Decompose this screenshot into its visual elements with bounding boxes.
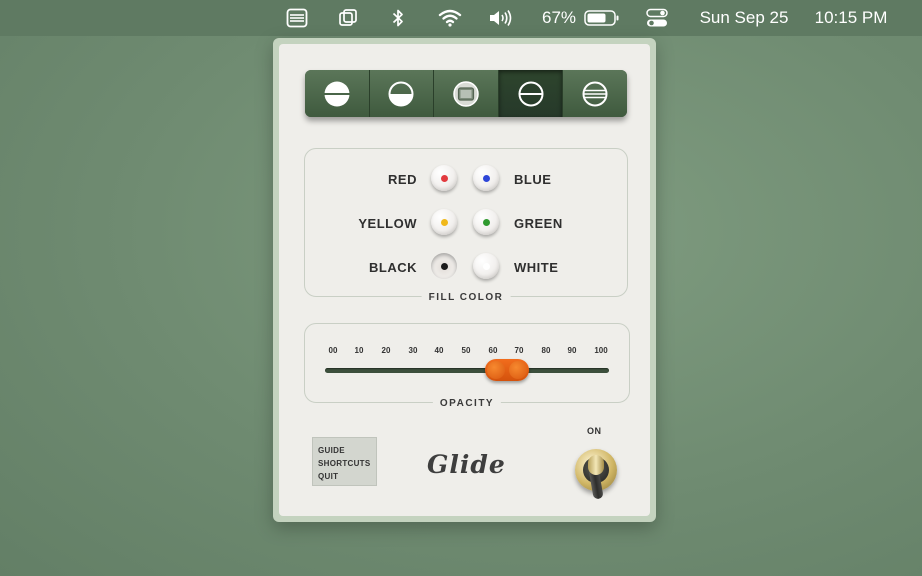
circle-with-rectangle-icon	[453, 80, 479, 107]
color-label-blue: BLUE	[514, 172, 552, 187]
guide-menu-item[interactable]: GUIDE	[318, 444, 376, 457]
battery-icon[interactable]	[583, 0, 621, 36]
app-logo: Glide	[427, 450, 506, 479]
color-label-red: RED	[388, 172, 417, 187]
stack-icon[interactable]	[336, 0, 360, 36]
circle-with-line-icon	[518, 81, 544, 106]
opacity-slider-thumb[interactable]	[485, 359, 530, 381]
opacity-slider-track[interactable]	[325, 368, 609, 373]
color-row-3: BLACK WHITE	[305, 253, 627, 281]
color-row-2: YELLOW GREEN	[305, 209, 627, 237]
opacity-tick: 20	[381, 346, 391, 355]
white-color-button[interactable]	[473, 253, 499, 279]
circle-horizontal-split-icon	[323, 81, 350, 106]
menubar-time[interactable]: 10:15 PM	[804, 0, 898, 36]
battery-percent: 67%	[541, 8, 577, 27]
color-label-yellow: YELLOW	[358, 216, 417, 231]
opacity-tick: 90	[567, 346, 577, 355]
switch-label: ON	[587, 426, 602, 436]
shape-selector	[305, 70, 627, 117]
shape-button-5[interactable]	[563, 70, 627, 117]
glide-panel: RED BLUE YELLOW GREEN BLACK WHITE FILL C…	[273, 38, 656, 522]
menu-bar: 67% Sun Sep 25 10:15 PM	[0, 0, 922, 36]
opacity-ticks: 00 10 20 30 40 50 60 70 80 90 100	[305, 346, 629, 358]
circle-striped-icon	[582, 81, 608, 106]
opacity-tick: 80	[541, 346, 551, 355]
opacity-tick: 70	[514, 346, 524, 355]
blue-color-button[interactable]	[473, 165, 499, 191]
red-color-button[interactable]	[431, 165, 457, 191]
opacity-tick: 30	[408, 346, 418, 355]
bluetooth-icon[interactable]	[388, 0, 408, 36]
opacity-tick: 40	[434, 346, 444, 355]
app-menu: GUIDE SHORTCUTS QUIT	[312, 437, 377, 486]
circle-lower-half-icon	[388, 81, 414, 106]
shape-button-4[interactable]	[498, 70, 564, 117]
yellow-color-button[interactable]	[431, 209, 457, 235]
quit-menu-item[interactable]: QUIT	[318, 470, 376, 483]
color-row-1: RED BLUE	[305, 165, 627, 193]
black-color-button[interactable]	[431, 253, 457, 279]
wifi-icon[interactable]	[436, 0, 464, 36]
panel-body: RED BLUE YELLOW GREEN BLACK WHITE FILL C…	[279, 44, 650, 516]
fill-color-group: RED BLUE YELLOW GREEN BLACK WHITE FILL C…	[304, 148, 628, 303]
opacity-tick: 100	[594, 346, 608, 355]
opacity-tick: 50	[461, 346, 471, 355]
shape-button-2[interactable]	[369, 70, 435, 117]
opacity-label: OPACITY	[432, 398, 502, 409]
shape-button-1[interactable]	[305, 70, 370, 117]
color-label-white: WHITE	[514, 260, 559, 275]
shortcuts-menu-item[interactable]: SHORTCUTS	[318, 457, 376, 470]
shape-button-3[interactable]	[434, 70, 499, 117]
glide-menubar-icon[interactable]	[284, 0, 310, 36]
green-color-button[interactable]	[473, 209, 499, 235]
fill-color-label: FILL COLOR	[421, 292, 511, 303]
power-toggle-switch[interactable]	[575, 449, 617, 500]
menubar-date[interactable]: Sun Sep 25	[690, 0, 798, 36]
color-label-green: GREEN	[514, 216, 563, 231]
opacity-tick: 10	[354, 346, 364, 355]
opacity-group: 00 10 20 30 40 50 60 70 80 90 100 OPACIT…	[304, 323, 630, 409]
color-label-black: BLACK	[369, 260, 417, 275]
control-center-icon[interactable]	[644, 0, 670, 36]
opacity-tick: 00	[328, 346, 338, 355]
volume-icon[interactable]	[487, 0, 517, 36]
opacity-tick: 60	[488, 346, 498, 355]
